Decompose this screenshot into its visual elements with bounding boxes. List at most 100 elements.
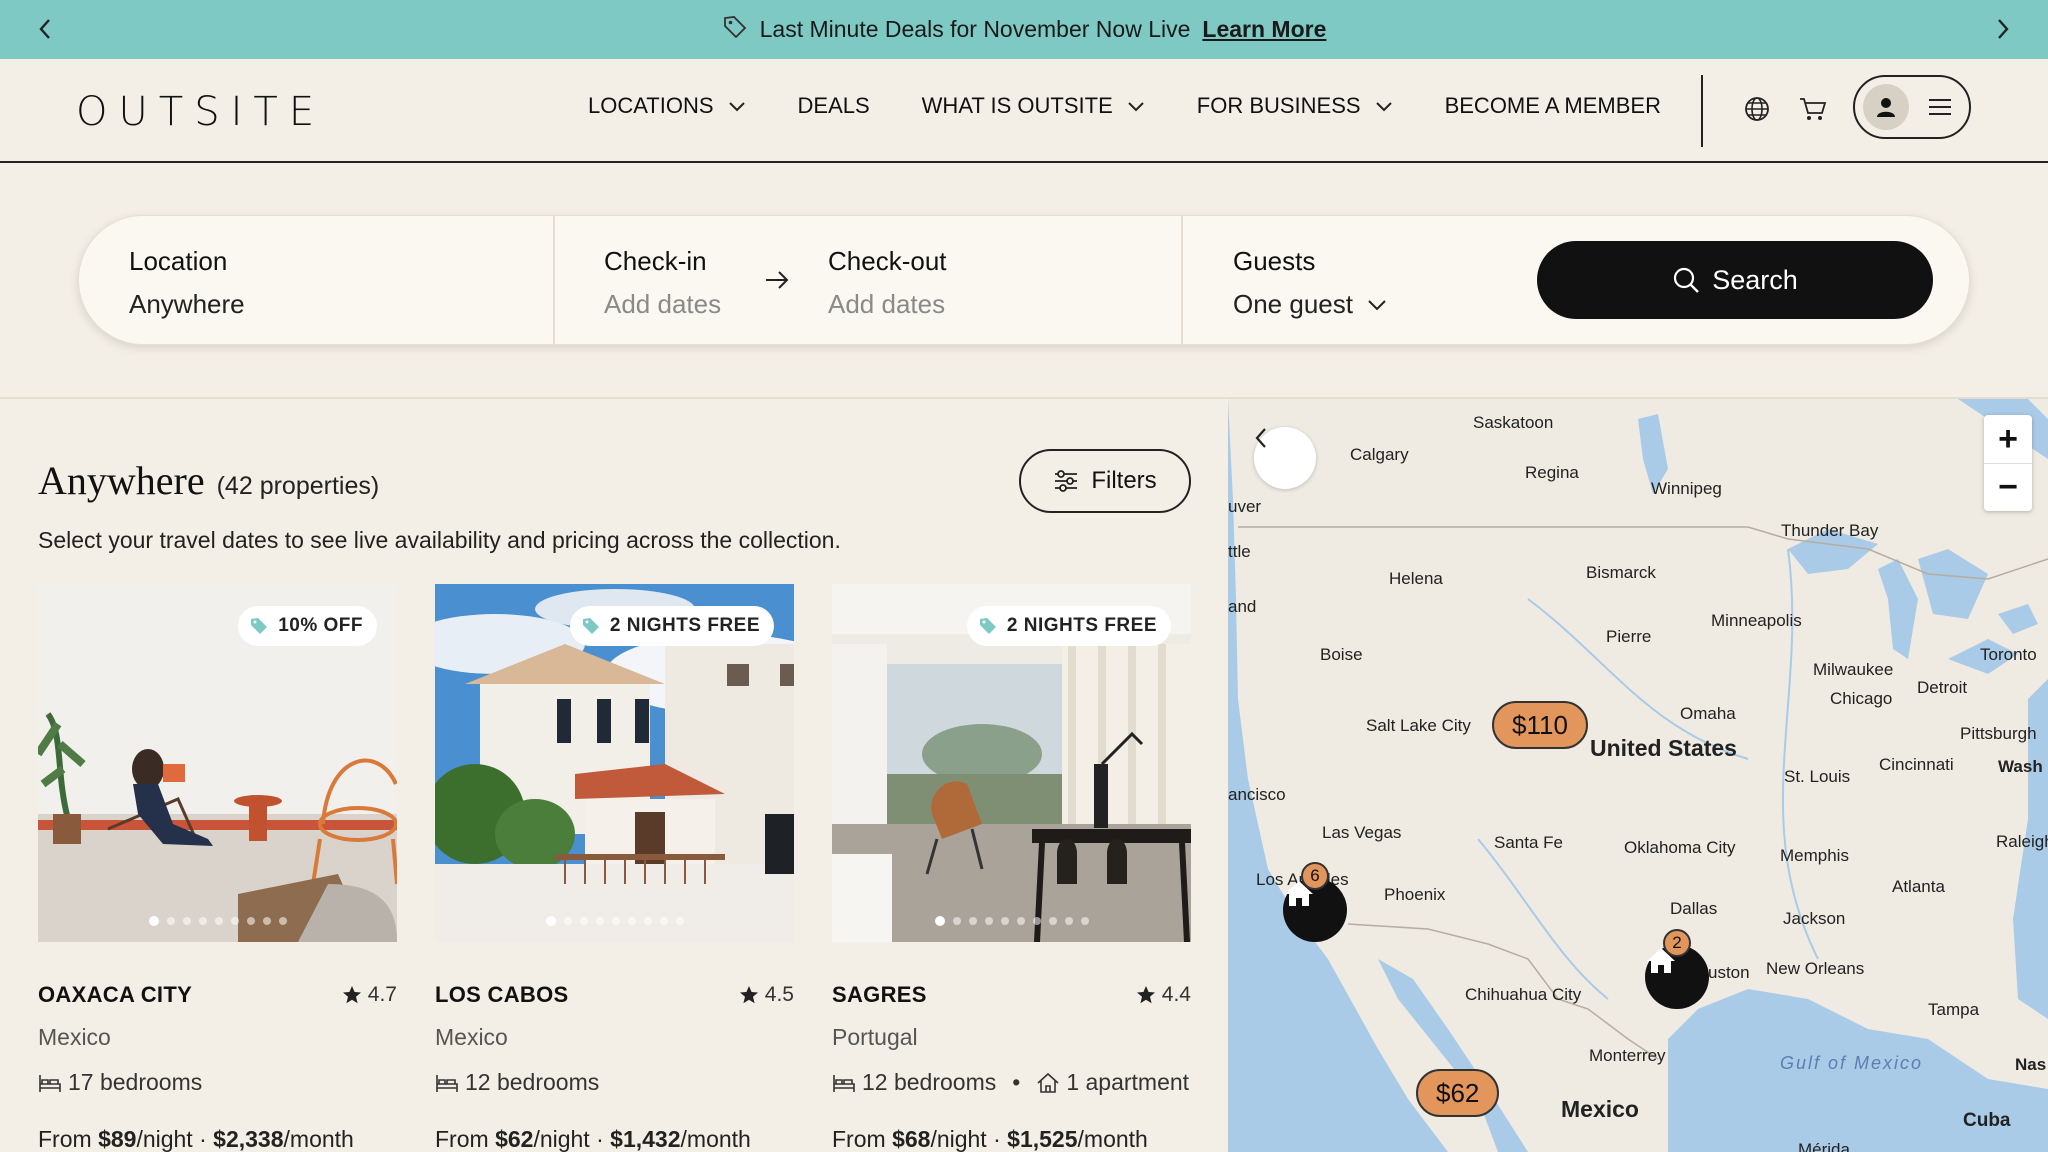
carousel-dot[interactable] (1080, 917, 1089, 925)
map-collapse-button[interactable] (1254, 427, 1316, 489)
cart-icon[interactable] (1796, 92, 1830, 126)
map-label: Winnipeg (1651, 479, 1722, 498)
filters-button[interactable]: Filters (1019, 449, 1191, 513)
property-card-oaxaca[interactable]: 10% OFF OAXACA CITY 4.7 Mexico 17 bedroo… (38, 584, 397, 1152)
carousel-dot[interactable] (182, 917, 191, 925)
carousel-dot[interactable] (1032, 917, 1041, 925)
nav-become-member[interactable]: BECOME A MEMBER (1445, 93, 1661, 119)
carousel-dot[interactable] (214, 917, 223, 925)
guests-select[interactable]: One guest (1233, 289, 1387, 320)
carousel-dot[interactable] (148, 916, 159, 926)
nav-what-is-outsite[interactable]: WHAT IS OUTSITE (922, 93, 1145, 119)
nav-locations[interactable]: LOCATIONS (588, 93, 746, 119)
nav-deals[interactable]: DEALS (798, 93, 870, 119)
property-card-sagres[interactable]: 2 NIGHTS FREE SAGRES 4.4 Portugal 12 bed… (832, 584, 1191, 1152)
carousel-dot[interactable] (952, 917, 961, 925)
property-card-los-cabos[interactable]: 2 NIGHTS FREE LOS CABOS 4.5 Mexico 12 be… (435, 584, 794, 1152)
map-base (1228, 399, 2048, 1152)
map-label: uver (1228, 497, 1262, 516)
map-label: Raleigh (1996, 832, 2048, 851)
map-label: uston (1708, 963, 1750, 982)
carousel-dot[interactable] (579, 917, 588, 925)
carousel-dot[interactable] (984, 917, 993, 925)
image-carousel-dots[interactable] (832, 916, 1191, 926)
carousel-dot[interactable] (659, 917, 668, 925)
nav-label: WHAT IS OUTSITE (921, 93, 1113, 118)
carousel-dot[interactable] (230, 917, 239, 925)
results-heading: Anywhere (42 properties) (38, 457, 379, 504)
checkout-field[interactable]: Check-out Add dates (828, 246, 947, 320)
carousel-dot[interactable] (675, 917, 684, 925)
pin-price: $110 (1512, 709, 1568, 740)
search-button[interactable]: Search (1537, 241, 1933, 319)
carousel-dot[interactable] (934, 916, 945, 926)
user-menu-button[interactable] (1853, 75, 1971, 139)
map-cluster-marker[interactable]: 6 (1283, 862, 1347, 942)
nav-divider (1701, 75, 1703, 147)
image-carousel-dots[interactable] (435, 916, 794, 926)
carousel-dot[interactable] (198, 917, 207, 925)
star-icon (1136, 986, 1155, 1004)
checkin-field[interactable]: Check-in Add dates (604, 246, 721, 320)
image-carousel-dots[interactable] (38, 916, 397, 926)
map-label: Boise (1320, 645, 1363, 664)
map-label: Thunder Bay (1781, 521, 1879, 540)
star-icon (739, 986, 758, 1004)
carousel-dot[interactable] (1000, 917, 1009, 925)
chevron-left-icon (1255, 428, 1266, 448)
map-label: Oklahoma City (1624, 838, 1736, 857)
carousel-dot[interactable] (611, 917, 620, 925)
carousel-dot[interactable] (627, 917, 636, 925)
carousel-dot[interactable] (968, 917, 977, 925)
property-image[interactable]: 10% OFF (38, 584, 397, 942)
carousel-dot[interactable] (262, 917, 271, 925)
map-label: Atlanta (1892, 877, 1945, 896)
guests-field[interactable]: Guests One guest (1233, 246, 1387, 320)
map-label: Milwaukee (1813, 660, 1894, 679)
map-label: New Orleans (1766, 959, 1865, 978)
zoom-in-button[interactable]: + (1984, 415, 2032, 463)
zoom-out-button[interactable]: − (1984, 463, 2032, 511)
search-divider (1181, 216, 1183, 344)
carousel-dot[interactable] (545, 916, 556, 926)
promo-next-arrow-icon[interactable] (1988, 14, 2018, 44)
promo-prev-arrow-icon[interactable] (30, 14, 60, 44)
bedrooms-count: 17 bedrooms (68, 1069, 203, 1095)
property-city: OAXACA CITY (38, 982, 193, 1007)
map-label: Pittsburgh (1960, 724, 2037, 743)
map-label: Calgary (1350, 445, 1409, 464)
property-image[interactable]: 2 NIGHTS FREE (435, 584, 794, 942)
promo-learn-more-link[interactable]: Learn More (1202, 16, 1326, 43)
map-label: Santa Fe (1494, 833, 1563, 852)
map-cluster-marker[interactable]: 2 (1645, 929, 1709, 1009)
logo[interactable]: OUTSITE (76, 89, 325, 135)
nav-for-business[interactable]: FOR BUSINESS (1197, 93, 1393, 119)
property-details: 12 bedrooms • 1 apartment (832, 1069, 1191, 1096)
map-label: Cincinnati (1879, 755, 1954, 774)
map-label: Toronto (1980, 645, 2037, 664)
map-price-pin[interactable]: $110 (1492, 701, 1588, 749)
carousel-dot[interactable] (166, 917, 175, 925)
carousel-dot[interactable] (246, 917, 255, 925)
carousel-dot[interactable] (1048, 917, 1057, 925)
checkin-label: Check-in (604, 246, 707, 276)
property-image[interactable]: 2 NIGHTS FREE (832, 584, 1191, 942)
carousel-dot[interactable] (563, 917, 572, 925)
carousel-dot[interactable] (595, 917, 604, 925)
location-field[interactable]: Location Anywhere (129, 246, 245, 320)
guests-label: Guests (1233, 246, 1316, 276)
map-water-label: Gulf of Mexico (1780, 1053, 1924, 1073)
badge-label: 2 NIGHTS FREE (609, 615, 760, 636)
map-price-pin[interactable]: $62 (1416, 1069, 1500, 1117)
carousel-dot[interactable] (278, 917, 287, 925)
map[interactable]: + − Saskatoon Calgary Regina Winnipeg Th… (1228, 399, 2048, 1152)
carousel-dot[interactable] (1064, 917, 1073, 925)
carousel-dot[interactable] (1016, 917, 1025, 925)
bedrooms-count: 12 bedrooms (465, 1069, 600, 1095)
night-unit: /night (136, 1126, 193, 1152)
carousel-dot[interactable] (643, 917, 652, 925)
month-unit: /month (680, 1126, 751, 1152)
nav-label: FOR BUSINESS (1196, 93, 1361, 118)
property-city: LOS CABOS (435, 982, 569, 1007)
globe-icon[interactable] (1740, 92, 1774, 126)
